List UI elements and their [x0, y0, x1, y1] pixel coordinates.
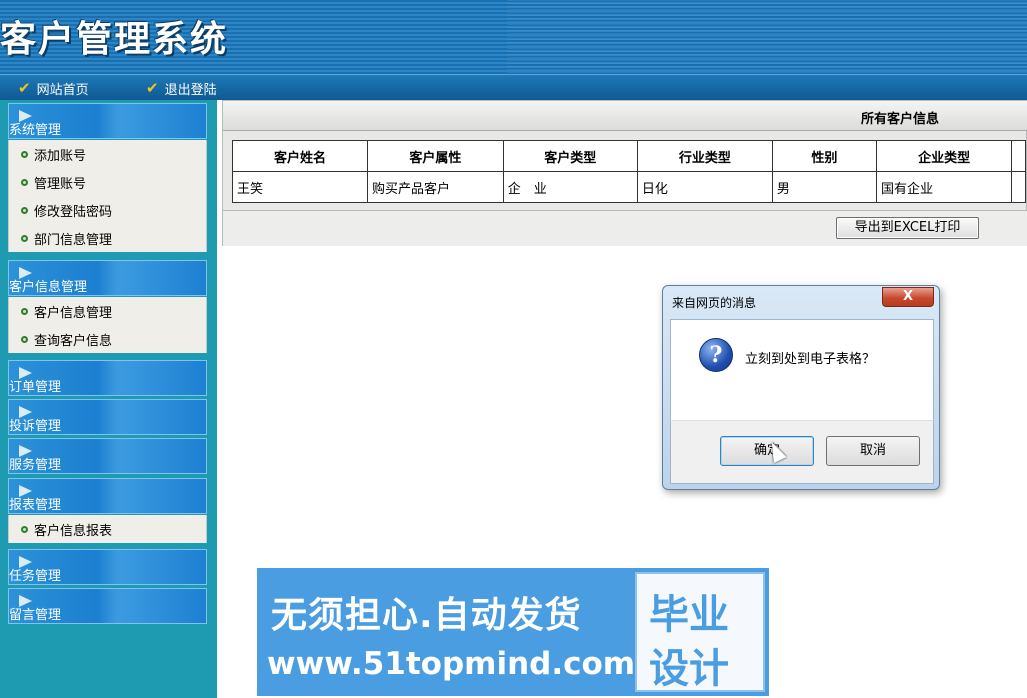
sidebar-group-label: 任务管理 — [9, 569, 62, 584]
table-cell: 男 — [771, 171, 878, 203]
bullet-icon — [21, 206, 28, 214]
nav-logout-link[interactable]: ✔ 退出登陆 — [146, 79, 217, 98]
table-row[interactable]: 王笑 购买产品客户 企 业 日化 男 国有企业 — [231, 171, 1026, 203]
bullet-icon — [21, 234, 28, 242]
checkmark-icon: ✔ — [18, 79, 31, 97]
sidebar-item-customer-report[interactable]: 客户信息报表 — [9, 515, 206, 543]
table-cell: 购买产品客户 — [367, 171, 504, 203]
sidebar-item-add-account[interactable]: 添加账号 — [9, 140, 206, 168]
sidebar-submenu-customers: 客户信息管理 查询客户信息 — [8, 297, 207, 353]
panel-caption: 所有客户信息 — [223, 101, 1027, 131]
sidebar: 系统管理 添加账号 管理账号 修改登陆密码 部门信息管理 客户信息管理 客户信息… — [0, 100, 217, 698]
app-header: 客户管理系统 — [0, 0, 1027, 74]
confirm-dialog: 来自网页的消息 X ? 立刻到处到电子表格？ 确定 取消 — [662, 285, 940, 490]
bullet-icon — [21, 178, 28, 186]
nav-logout-label: 退出登陆 — [164, 82, 217, 98]
app-title: 客户管理系统 — [0, 18, 229, 60]
sidebar-group-label: 订单管理 — [9, 380, 62, 395]
column-header: 客户姓名 — [231, 140, 369, 172]
dialog-body: ? 立刻到处到电子表格？ — [670, 319, 934, 420]
bullet-icon — [21, 307, 28, 315]
table-cell: 日化 — [636, 171, 773, 203]
bullet-icon — [21, 525, 28, 533]
sidebar-group-label: 系统管理 — [9, 123, 62, 138]
sidebar-item-manage-accounts[interactable]: 管理账号 — [9, 168, 206, 196]
sidebar-group-customers[interactable]: 客户信息管理 — [8, 260, 207, 296]
sidebar-item-customer-info[interactable]: 客户信息管理 — [9, 297, 206, 325]
sidebar-group-complaints[interactable]: 投诉管理 — [8, 399, 207, 435]
table-cell: 企 业 — [502, 171, 638, 203]
question-icon: ? — [699, 338, 733, 372]
column-header: 客户属性 — [367, 140, 504, 172]
sidebar-group-tasks[interactable]: 任务管理 — [8, 549, 207, 585]
watermark-url: www.51topmind.com — [267, 646, 636, 682]
sidebar-group-label: 投诉管理 — [9, 419, 62, 434]
table-cell: 王笑 — [231, 171, 369, 203]
close-icon[interactable]: X — [882, 287, 934, 307]
watermark-badge-line1: 毕业 — [649, 592, 729, 638]
sidebar-item-label: 部门信息管理 — [34, 232, 113, 248]
sidebar-item-label: 客户信息报表 — [34, 523, 113, 539]
dialog-title: 来自网页的消息 — [672, 296, 757, 310]
sidebar-group-system[interactable]: 系统管理 — [8, 103, 207, 139]
column-header: 客户类型 — [502, 140, 638, 172]
sidebar-item-label: 修改登陆密码 — [34, 204, 113, 220]
sidebar-group-services[interactable]: 服务管理 — [8, 438, 207, 474]
table-cell: 国有企业 — [876, 171, 1013, 203]
sidebar-item-label: 管理账号 — [34, 176, 87, 192]
sidebar-submenu-reports: 客户信息报表 — [8, 515, 207, 543]
export-strip: 导出到EXCEL打印 — [223, 210, 1027, 246]
table-cell-overflow — [1011, 171, 1026, 203]
sidebar-item-label: 查询客户信息 — [34, 333, 113, 349]
sidebar-group-label: 报表管理 — [9, 498, 62, 513]
dialog-footer: 确定 取消 — [670, 420, 934, 484]
sidebar-group-label: 客户信息管理 — [9, 280, 88, 295]
sidebar-item-change-password[interactable]: 修改登陆密码 — [9, 196, 206, 224]
customer-table-panel: 所有客户信息 客户姓名 客户属性 客户类型 行业类型 性别 企业类型 王笑 购买… — [222, 100, 1027, 246]
export-excel-button[interactable]: 导出到EXCEL打印 — [836, 217, 979, 239]
watermark-badge: 毕业 设计 — [635, 572, 765, 692]
dialog-message: 立刻到处到电子表格？ — [745, 352, 876, 367]
top-nav: ✔ 网站首页 ✔ 退出登陆 — [0, 74, 1027, 100]
column-header: 性别 — [771, 140, 878, 172]
sidebar-group-reports[interactable]: 报表管理 — [8, 478, 207, 514]
nav-home-label: 网站首页 — [36, 82, 89, 98]
bullet-icon — [21, 150, 28, 158]
sidebar-submenu-system: 添加账号 管理账号 修改登陆密码 部门信息管理 — [8, 140, 207, 252]
table-header-row: 客户姓名 客户属性 客户类型 行业类型 性别 企业类型 — [231, 140, 1026, 172]
bullet-icon — [21, 335, 28, 343]
watermark-text-area: 无须担心.自动发货 www.51topmind.com — [257, 568, 636, 696]
sidebar-item-label: 添加账号 — [34, 148, 87, 164]
watermark-slogan: 无须担心.自动发货 — [271, 595, 582, 636]
cancel-button[interactable]: 取消 — [826, 436, 920, 466]
sidebar-item-departments[interactable]: 部门信息管理 — [9, 224, 206, 252]
column-header: 行业类型 — [636, 140, 773, 172]
sidebar-group-messages[interactable]: 留言管理 — [8, 588, 207, 624]
column-header: 企业类型 — [876, 140, 1013, 172]
watermark-banner: 无须担心.自动发货 www.51topmind.com 毕业 设计 — [257, 568, 769, 696]
nav-home-link[interactable]: ✔ 网站首页 — [18, 79, 89, 98]
sidebar-group-orders[interactable]: 订单管理 — [8, 360, 207, 396]
watermark-badge-line2: 设计 — [649, 646, 729, 692]
ok-button[interactable]: 确定 — [720, 436, 814, 466]
column-header-overflow — [1011, 140, 1026, 172]
sidebar-item-query-customers[interactable]: 查询客户信息 — [9, 325, 206, 353]
sidebar-group-label: 服务管理 — [9, 458, 62, 473]
sidebar-item-label: 客户信息管理 — [34, 305, 113, 321]
checkmark-icon: ✔ — [146, 79, 159, 97]
sidebar-group-label: 留言管理 — [9, 608, 62, 623]
customer-table: 客户姓名 客户属性 客户类型 行业类型 性别 企业类型 王笑 购买产品客户 企 … — [231, 140, 1026, 203]
panel-title: 所有客户信息 — [861, 112, 940, 127]
